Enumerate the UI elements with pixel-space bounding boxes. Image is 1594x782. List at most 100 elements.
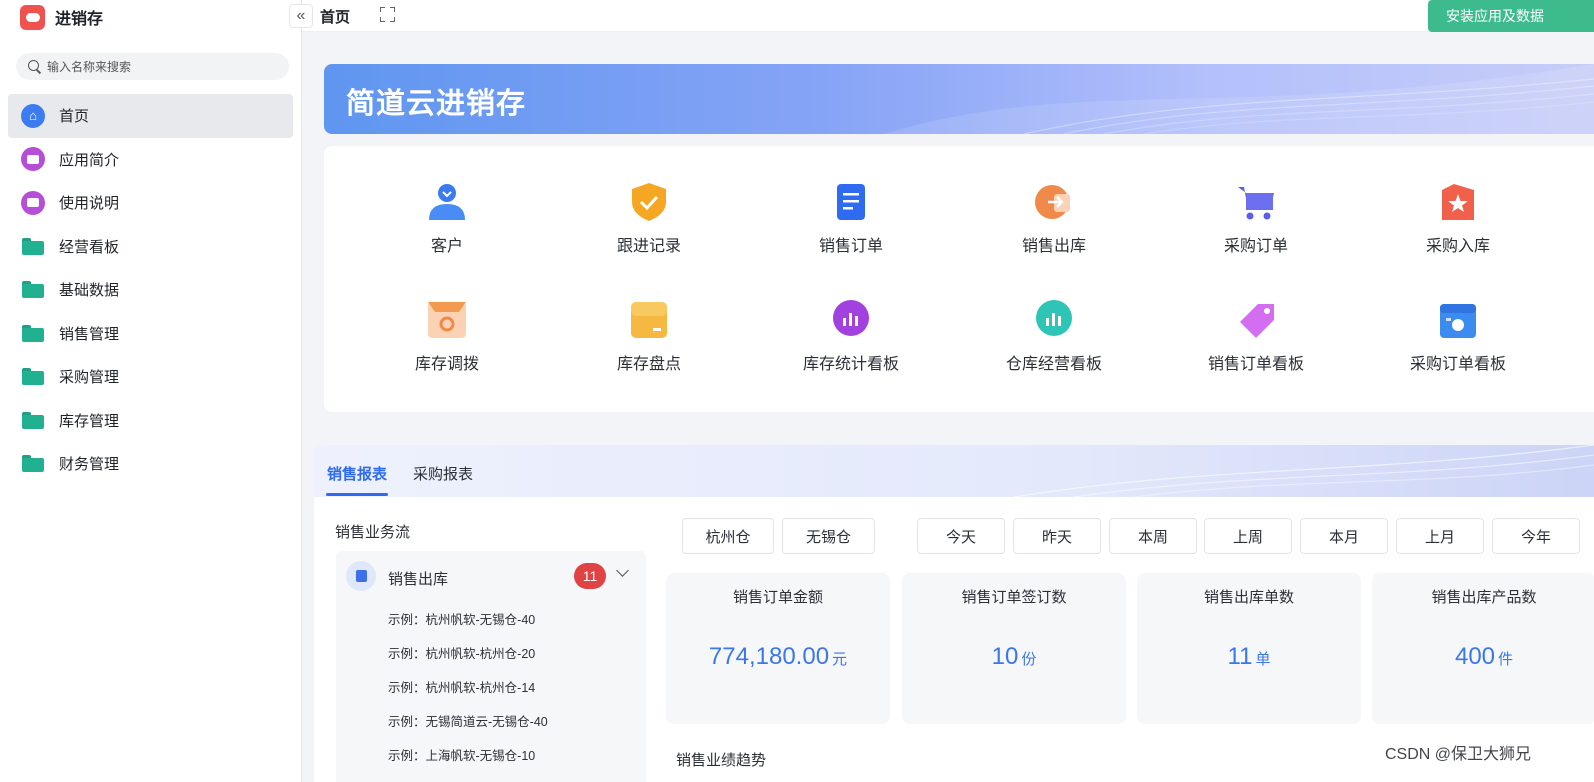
search-input[interactable]: [47, 59, 267, 74]
folder-icon: [22, 455, 44, 473]
document-icon: [346, 561, 376, 591]
sidebar-item-purchase[interactable]: 采购管理: [8, 355, 293, 399]
app-brand[interactable]: 进销存: [20, 2, 103, 32]
kpi-title: 销售订单签订数: [961, 589, 1067, 606]
sales-order-icon: [829, 180, 873, 224]
filter-period-last-week[interactable]: 上周: [1204, 518, 1292, 554]
shortcut-label: 跟进记录: [616, 238, 681, 255]
sidebar-item-label: 销售管理: [59, 325, 120, 343]
purchase-order-icon: [1234, 180, 1278, 224]
sales-flow-card: 销售出库 11 示例：杭州帆软-无锡仓-40 示例：杭州帆软-杭州仓-20 示例…: [336, 551, 646, 782]
list-item[interactable]: 示例：上海帆软-无锡仓-10: [388, 745, 535, 764]
kpi-card-order-count: 销售订单签订数 10 份: [902, 573, 1126, 724]
list-item[interactable]: 示例：杭州帆软-杭州仓-20: [388, 643, 535, 662]
sidebar-item-label: 应用简介: [59, 151, 120, 169]
sidebar-item-finance[interactable]: 财务管理: [8, 442, 293, 486]
shortcut-panel: 客户 跟进记录 销售订单 销售出库 采购订单 采购入库 库存调拨 库存盘点 库存…: [324, 146, 1594, 412]
filter-period-yesterday[interactable]: 昨天: [1013, 518, 1101, 554]
report-wave-decoration: [1013, 445, 1594, 497]
shortcut-purchase-order[interactable]: 采购订单: [1176, 180, 1336, 256]
kpi-unit: 元: [832, 651, 848, 668]
shortcut-label: 库存统计看板: [802, 356, 899, 373]
filter-warehouse-hangzhou[interactable]: 杭州仓: [682, 518, 774, 554]
shortcut-purchase-dashboard[interactable]: 采购订单看板: [1378, 298, 1538, 374]
shortcut-stock-stats[interactable]: 库存统计看板: [771, 298, 931, 374]
flow-step-label[interactable]: 销售出库: [388, 568, 448, 589]
search-box[interactable]: [16, 53, 289, 80]
kpi-card-outbound-count: 销售出库单数 11 单: [1137, 573, 1361, 724]
shortcut-label: 仓库经营看板: [1005, 356, 1102, 373]
customer-icon: [425, 180, 469, 224]
shortcut-customer[interactable]: 客户: [367, 180, 527, 256]
shortcut-warehouse-dashboard[interactable]: 仓库经营看板: [974, 298, 1134, 374]
sidebar-item-label: 经营看板: [59, 238, 120, 256]
filter-period-today[interactable]: 今天: [917, 518, 1005, 554]
install-app-button[interactable]: 安装应用及数据: [1428, 0, 1594, 32]
shortcut-label: 采购订单: [1223, 238, 1288, 255]
sidebar-nav: ⌂ 首页 应用简介 使用说明 经营看板 基础数据 销售管理 采购管理 库存管理 …: [8, 94, 293, 486]
sidebar-item-sales[interactable]: 销售管理: [8, 312, 293, 356]
active-tab-indicator: [326, 493, 388, 496]
shortcut-sales-dashboard[interactable]: 销售订单看板: [1176, 298, 1336, 374]
filter-period-this-week[interactable]: 本周: [1109, 518, 1197, 554]
shortcut-label: 库存调拨: [414, 356, 479, 373]
shortcut-follow-up[interactable]: 跟进记录: [569, 180, 729, 256]
sidebar-item-label: 财务管理: [59, 456, 120, 474]
folder-icon: [22, 237, 44, 255]
shortcut-label: 采购订单看板: [1409, 356, 1506, 373]
shortcut-sales-outbound[interactable]: 销售出库: [974, 180, 1134, 256]
welcome-banner: 简道云进销存: [324, 64, 1594, 134]
app-title: 进销存: [55, 11, 104, 28]
shortcut-stock-transfer[interactable]: 库存调拨: [367, 298, 527, 374]
list-item[interactable]: 示例：杭州帆软-杭州仓-14: [388, 677, 535, 696]
sidebar-item-label: 库存管理: [59, 412, 120, 430]
sidebar-item-manual[interactable]: 使用说明: [8, 181, 293, 225]
folder-icon: [22, 411, 44, 429]
stock-count-icon: [627, 298, 671, 342]
sidebar-item-label: 首页: [59, 108, 90, 126]
report-tabs: 销售报表 采购报表: [314, 445, 1594, 497]
sidebar-item-intro[interactable]: 应用简介: [8, 138, 293, 182]
shortcut-purchase-inbound[interactable]: 采购入库: [1378, 180, 1538, 256]
app-logo-icon: [20, 4, 45, 30]
warehouse-dashboard-icon: [1032, 298, 1076, 342]
folder-icon: [22, 324, 44, 342]
filter-period-this-month[interactable]: 本月: [1300, 518, 1388, 554]
list-item[interactable]: 示例：无锡简道云-无锡仓-40: [388, 711, 548, 730]
filter-period-this-year[interactable]: 今年: [1492, 518, 1580, 554]
chevron-down-icon[interactable]: [616, 564, 629, 577]
sidebar-item-business-dashboard[interactable]: 经营看板: [8, 225, 293, 269]
sales-outbound-icon: [1032, 180, 1076, 224]
manual-icon: [21, 190, 45, 215]
topbar: 首页 安装应用及数据: [302, 0, 1594, 32]
sidebar-item-home[interactable]: ⌂ 首页: [8, 94, 293, 138]
banner-title: 简道云进销存: [346, 88, 527, 120]
count-badge: 11: [574, 563, 606, 589]
shortcut-label: 销售订单: [818, 238, 883, 255]
sidebar-item-label: 使用说明: [59, 195, 120, 213]
report-panel: 销售报表 采购报表 销售业务流 销售出库 11 示例：杭州帆软-无锡仓-40 示…: [314, 445, 1594, 782]
fullscreen-icon[interactable]: [380, 7, 395, 22]
kpi-value: 400: [1454, 643, 1496, 670]
kpi-value: 774,180.00: [708, 643, 830, 670]
sidebar-item-base-data[interactable]: 基础数据: [8, 268, 293, 312]
collapse-sidebar-button[interactable]: «: [289, 4, 313, 28]
sidebar-item-inventory[interactable]: 库存管理: [8, 399, 293, 443]
list-item[interactable]: 示例：杭州帆软-无锡仓-40: [388, 609, 535, 628]
watermark: CSDN @保卫大狮兄: [1385, 746, 1532, 763]
tab-purchase-report[interactable]: 采购报表: [413, 463, 473, 484]
tab-sales-report[interactable]: 销售报表: [327, 463, 387, 484]
tab-home[interactable]: 首页: [320, 6, 350, 27]
kpi-unit: 份: [1021, 651, 1037, 668]
filter-period-last-month[interactable]: 上月: [1396, 518, 1484, 554]
filter-warehouse-wuxi[interactable]: 无锡仓: [782, 518, 875, 554]
shortcut-label: 销售订单看板: [1207, 356, 1304, 373]
shortcut-stock-count[interactable]: 库存盘点: [569, 298, 729, 374]
kpi-value: 10: [991, 643, 1019, 670]
kpi-value: 11: [1227, 643, 1253, 670]
shortcut-label: 销售出库: [1021, 238, 1086, 255]
stock-stats-icon: [829, 298, 873, 342]
sales-dashboard-icon: [1234, 298, 1278, 342]
home-icon: ⌂: [21, 103, 45, 128]
shortcut-sales-order[interactable]: 销售订单: [771, 180, 931, 256]
